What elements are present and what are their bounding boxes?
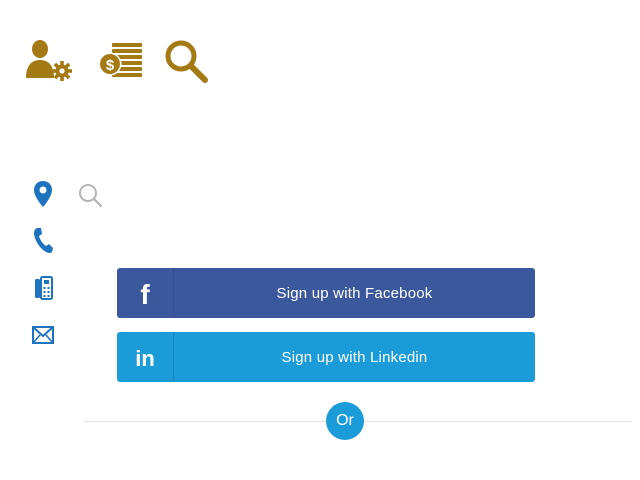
linkedin-icon: in bbox=[117, 332, 174, 382]
fax-icon bbox=[35, 276, 53, 300]
svg-text:$: $ bbox=[106, 57, 115, 74]
signup-facebook-button[interactable]: f Sign up with Facebook bbox=[117, 268, 535, 318]
location-pin-icon bbox=[34, 181, 52, 207]
money-stack-icon[interactable]: $ bbox=[98, 40, 144, 78]
search-icon[interactable] bbox=[163, 38, 209, 84]
facebook-glyph: f bbox=[140, 279, 150, 307]
user-settings-icon[interactable] bbox=[24, 38, 74, 82]
facebook-icon: f bbox=[117, 268, 174, 318]
mail-icon bbox=[32, 326, 54, 344]
phone-icon bbox=[33, 228, 53, 254]
signup-facebook-label: Sign up with Facebook bbox=[276, 284, 433, 302]
page: $ f Sign up with Facebook in Sign up wit… bbox=[0, 0, 640, 480]
linkedin-glyph: in bbox=[135, 346, 155, 369]
search-icon[interactable] bbox=[77, 182, 103, 208]
signup-linkedin-button[interactable]: in Sign up with Linkedin bbox=[117, 332, 535, 382]
signup-linkedin-label: Sign up with Linkedin bbox=[281, 348, 428, 366]
or-badge: Or bbox=[326, 402, 364, 440]
